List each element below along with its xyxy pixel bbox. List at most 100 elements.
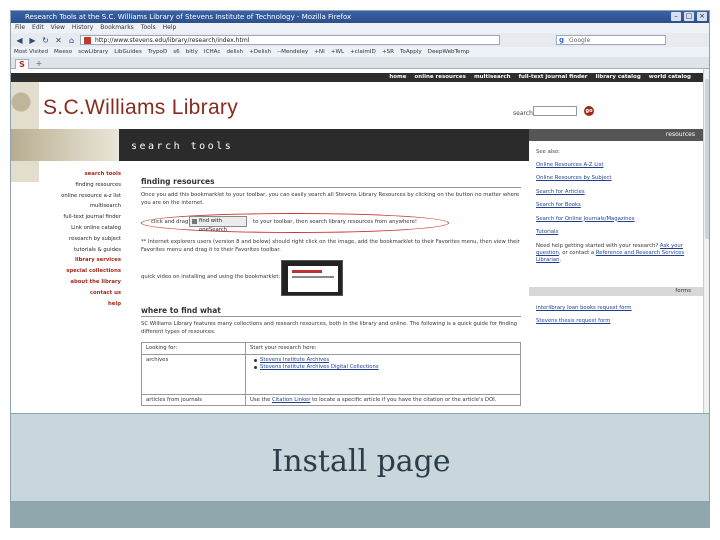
menu-bookmarks[interactable]: Bookmarks [100,23,134,33]
bookmark-item[interactable]: Most Visited [14,47,48,57]
sidebar-link-tutorials[interactable]: Tutorials [536,229,688,236]
nav-online-resources[interactable]: online resources [415,73,466,82]
nav-library-catalog[interactable]: library catalog [596,73,641,82]
resources-header-label: resources [665,131,695,138]
home-icon[interactable]: ⌂ [67,36,76,45]
bookmark-item[interactable]: LibGuides [114,47,142,57]
new-tab-button[interactable]: + [33,59,45,69]
menu-tools[interactable]: Tools [141,23,156,33]
sidebar-link-az[interactable]: Online Resources A-Z List [536,162,688,169]
onesearch-bookmarklet-button[interactable]: find with oneSearch [189,216,247,233]
footer-bar [10,502,710,528]
leftnav-search-tools[interactable]: search tools [21,169,127,180]
bookmark-item[interactable]: +WL [331,47,344,57]
table-cell: archives [141,354,246,395]
bookmarklet-row: click and drag find with oneSearch to yo… [141,213,521,233]
leftnav-online-catalog[interactable]: Link online catalog [21,223,127,234]
ill-form-link[interactable]: interlibrary loan books request form [536,305,688,312]
close-button[interactable]: × [697,12,707,21]
leftnav-research-by-subject[interactable]: research by subject [21,234,127,245]
leftnav-online-resource-list[interactable]: online resource a-z list [21,191,127,202]
forward-icon[interactable]: ▶ [28,36,37,45]
browser-titlebar: Research Tools at the S.C. Williams Libr… [11,11,709,23]
archives-link[interactable]: Stevens Institute Archives [254,357,516,364]
help-mid-text: , or contact a [558,250,595,256]
site-top-nav: home online resources multisearch full-t… [11,73,709,82]
site-search-go-button[interactable]: go [584,106,594,116]
menu-file[interactable]: File [15,23,25,33]
bookmark-item[interactable]: TrypoD [148,47,167,57]
site-search-input[interactable] [533,106,577,116]
citation-prefix: Use the [250,397,271,403]
leftnav-about[interactable]: about the library [21,277,127,288]
bookmark-item[interactable]: scwLibrary [78,47,108,57]
citation-linker-link[interactable]: Citation Linker [272,397,310,403]
nav-home[interactable]: home [389,73,406,82]
digital-collections-link[interactable]: Stevens Institute Archives Digital Colle… [254,364,516,371]
sidebar-link-journals[interactable]: Search for Online Journals/Magazines [536,216,688,223]
bookmark-item[interactable]: ICHAc [204,47,221,57]
browser-tab[interactable]: S [15,59,29,69]
browser-search-box[interactable]: g Google [556,35,666,45]
bookmark-item[interactable]: s6 [173,47,179,57]
bookmark-item[interactable]: +Delish [249,47,271,57]
reload-icon[interactable]: ↻ [41,36,50,45]
forms-header-label: forms [675,288,691,294]
bookmark-item[interactable]: Meeso [54,47,72,57]
leftnav-contact[interactable]: contact us [21,288,127,299]
bookmark-item[interactable]: --Mendeley [277,47,308,57]
scrollbar-thumb[interactable] [705,79,709,239]
leftnav-finding-resources[interactable]: finding resources [21,180,127,191]
leftnav-special-collections[interactable]: special collections [21,266,127,277]
help-paragraph: Need help getting started with your rese… [536,243,688,264]
banner-title: search tools [131,141,234,152]
url-text: http://www.stevens.edu/library/research/… [95,37,250,44]
where-intro: SC Williams Library features many collec… [141,321,518,335]
table-header-looking: Looking for: [141,342,246,355]
nav-world-catalog[interactable]: world catalog [649,73,691,82]
where-to-find-heading: where to find what [141,306,521,317]
leftnav-tutorials[interactable]: tutorials & guides [21,245,127,256]
see-also-label: See also: [536,149,561,155]
tab-bar: S + [11,57,709,69]
help-end-text: . [559,257,562,263]
bookmark-item[interactable]: delish [227,47,244,57]
nav-multisearch[interactable]: multisearch [474,73,511,82]
bookmark-item[interactable]: bitly [186,47,198,57]
video-thumbnail[interactable] [281,260,343,296]
menu-history[interactable]: History [72,23,93,33]
leftnav-multisearch[interactable]: multisearch [21,201,127,212]
table-header-start: Start your research here: [245,342,521,355]
bookmark-item[interactable]: +NI [314,47,325,57]
stop-icon[interactable]: ✕ [54,36,63,45]
url-bar[interactable]: http://www.stevens.edu/library/research/… [80,35,500,45]
table-cell: Use the Citation Linker to locate a spec… [245,394,521,406]
page-scrollbar[interactable] [703,69,709,413]
video-label: quick video on installing and using the … [141,274,281,280]
click-drag-text: click and drag [151,219,189,225]
back-icon[interactable]: ◀ [15,36,24,45]
site-search-label: search: [513,110,535,117]
bookmark-item[interactable]: +SR [382,47,394,57]
thesis-form-link[interactable]: Stevens thesis request form [536,318,688,325]
leftnav-help[interactable]: help [21,299,127,310]
right-sidebar: See also: Online Resources A-Z List Onli… [536,145,688,264]
menu-edit[interactable]: Edit [32,23,44,33]
sidebar-link-subject[interactable]: Online Resources by Subject [536,175,688,182]
bookmark-item[interactable]: +claimID [350,47,376,57]
bookmark-item[interactable]: DeepWebTemp [428,47,470,57]
leftnav-library-services[interactable]: library services [21,255,127,266]
maximize-button[interactable]: □ [684,12,694,21]
sidebar-link-articles[interactable]: Search for Articles [536,189,688,196]
bookmark-item[interactable]: ToApply [400,47,422,57]
caption-band: Install page [10,414,710,502]
menu-help[interactable]: Help [163,23,177,33]
bookmarklet-icon [192,219,197,224]
minimize-button[interactable]: – [671,12,681,21]
resources-header: resources [529,129,703,141]
site-title[interactable]: S.C.Williams Library [43,96,238,120]
leftnav-journal-finder[interactable]: full-text journal finder [21,212,127,223]
nav-journal-finder[interactable]: full-text journal finder [519,73,588,82]
sidebar-link-books[interactable]: Search for Books [536,202,688,209]
menu-view[interactable]: View [51,23,65,33]
